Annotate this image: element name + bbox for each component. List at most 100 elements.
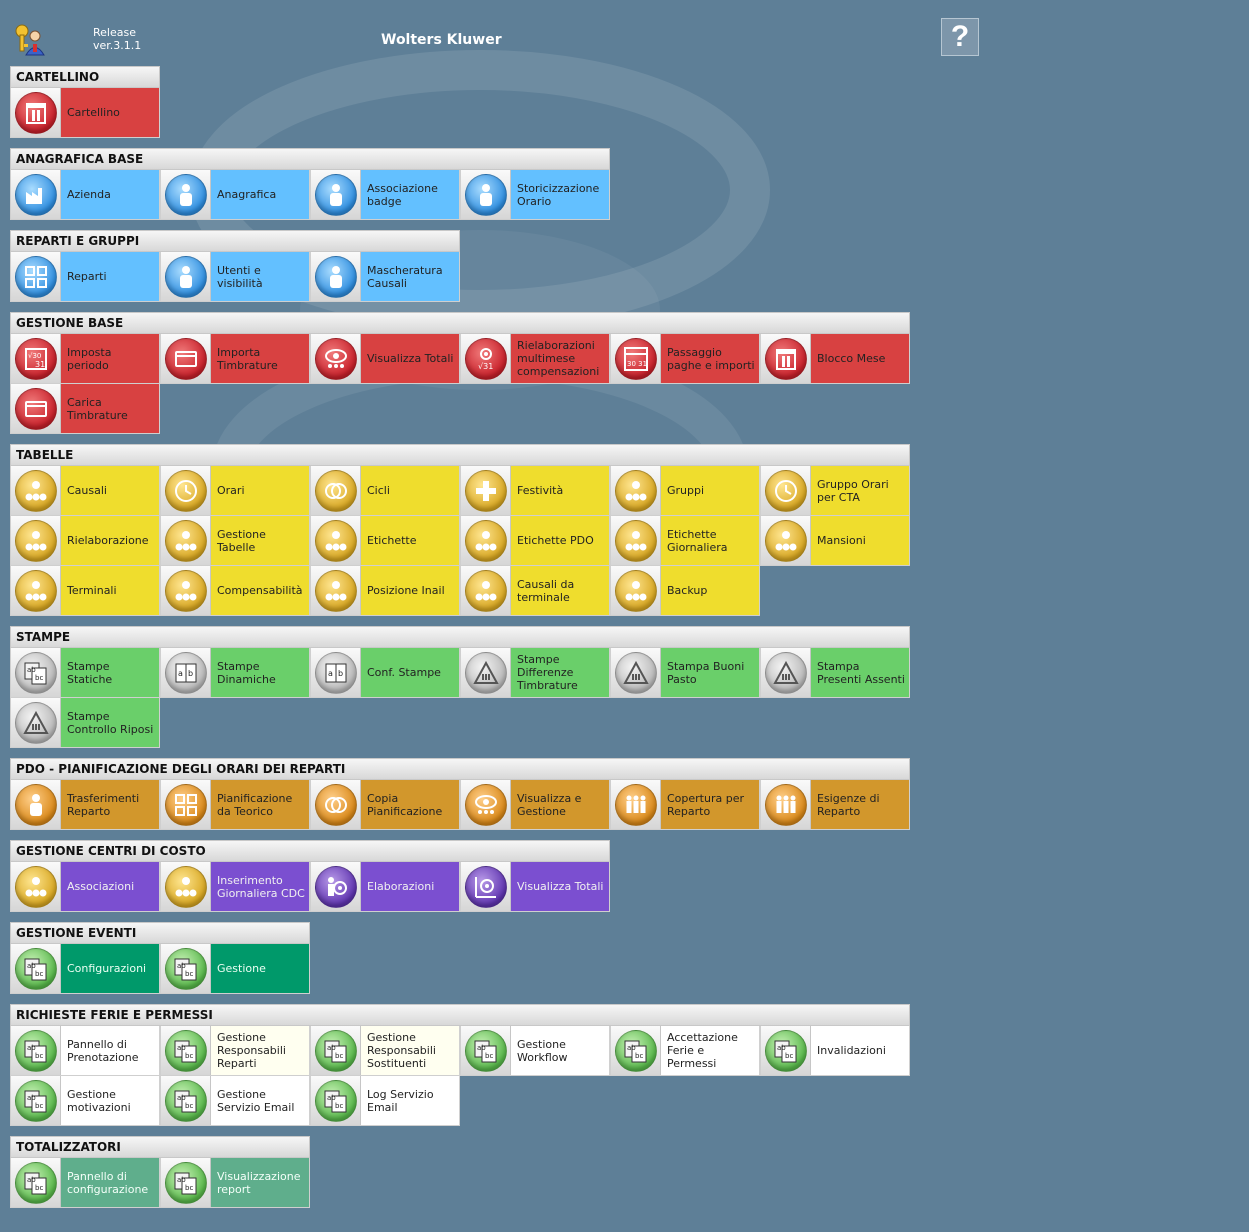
menu-tile[interactable]: Copertura per Reparto (610, 780, 760, 830)
tile-label[interactable]: Mansioni (811, 516, 909, 565)
eye-icon[interactable] (314, 337, 357, 380)
tile-icon-box[interactable]: ab bc (11, 1076, 61, 1125)
tile-icon-box[interactable] (11, 566, 61, 615)
tile-label[interactable]: Orari (211, 466, 309, 515)
menu-tile[interactable]: Terminali (10, 566, 160, 616)
menu-tile[interactable]: ab bc Accettazione Ferie e Permessi (610, 1026, 760, 1076)
group-icon[interactable] (14, 569, 57, 612)
tile-icon-box[interactable] (311, 252, 361, 301)
tile-icon-box[interactable]: ab bc (11, 1026, 61, 1075)
abc-icon[interactable]: ab bc (164, 947, 207, 990)
tile-label[interactable]: Imposta periodo (61, 334, 159, 383)
tile-icon-box[interactable] (461, 862, 511, 911)
tile-label[interactable]: Utenti e visibilità (211, 252, 309, 301)
tile-icon-box[interactable]: ab (311, 648, 361, 697)
menu-tile[interactable]: Pianificazione da Teorico (160, 780, 310, 830)
calendar-icon[interactable] (14, 91, 57, 134)
tile-label[interactable]: Invalidazioni (811, 1026, 909, 1075)
clock-icon[interactable] (764, 469, 807, 512)
tile-icon-box[interactable] (311, 334, 361, 383)
group-icon[interactable] (14, 469, 57, 512)
tile-label[interactable]: Mascheratura Causali (361, 252, 459, 301)
tile-icon-box[interactable] (761, 466, 811, 515)
person-icon[interactable] (464, 173, 507, 216)
group-icon[interactable] (464, 569, 507, 612)
tile-label[interactable]: Azienda (61, 170, 159, 219)
menu-tile[interactable]: Posizione Inail (310, 566, 460, 616)
tile-icon-box[interactable]: ab bc (11, 1158, 61, 1207)
abc-icon[interactable]: ab bc (164, 1029, 207, 1072)
tile-label[interactable]: Etichette PDO (511, 516, 609, 565)
tile-label[interactable]: Associazione badge (361, 170, 459, 219)
abc-icon[interactable]: ab bc (164, 1161, 207, 1204)
triangle-icon[interactable] (764, 651, 807, 694)
tile-icon-box[interactable] (11, 516, 61, 565)
menu-tile[interactable]: Importa Timbrature (160, 334, 310, 384)
tile-label[interactable]: Gestione Responsabili Sostituenti (361, 1026, 459, 1075)
tile-icon-box[interactable] (611, 648, 661, 697)
eye-icon[interactable] (464, 783, 507, 826)
group-icon[interactable] (464, 519, 507, 562)
factory-icon[interactable] (14, 173, 57, 216)
tile-icon-box[interactable] (311, 862, 361, 911)
menu-tile[interactable]: Elaborazioni (310, 862, 460, 912)
calendar-grid-icon[interactable]: 30 31 (614, 337, 657, 380)
tile-icon-box[interactable]: √31 (461, 334, 511, 383)
card-icon[interactable] (14, 387, 57, 430)
menu-tile[interactable]: Backup (610, 566, 760, 616)
tile-label[interactable]: Visualizza Totali (361, 334, 459, 383)
tile-icon-box[interactable] (461, 648, 511, 697)
tile-icon-box[interactable] (761, 516, 811, 565)
abc-icon[interactable]: ab bc (164, 1079, 207, 1122)
tile-icon-box[interactable]: √30 31 (11, 334, 61, 383)
gear-formula-icon[interactable]: √31 (464, 337, 507, 380)
tile-label[interactable]: Cartellino (61, 88, 159, 137)
group-icon[interactable] (14, 865, 57, 908)
tile-icon-box[interactable] (11, 698, 61, 747)
menu-tile[interactable]: Compensabilità (160, 566, 310, 616)
tile-icon-box[interactable] (11, 466, 61, 515)
tile-icon-box[interactable]: ab bc (161, 1026, 211, 1075)
tile-icon-box[interactable] (461, 466, 511, 515)
tile-label[interactable]: Copertura per Reparto (661, 780, 759, 829)
menu-tile[interactable]: Storicizzazione Orario (460, 170, 610, 220)
group-icon[interactable] (164, 519, 207, 562)
menu-tile[interactable]: Etichette PDO (460, 516, 610, 566)
menu-tile[interactable]: Orari (160, 466, 310, 516)
calendar-formula-icon[interactable]: √30 31 (14, 337, 57, 380)
menu-tile[interactable]: ab bc Stampe Statiche (10, 648, 160, 698)
tile-icon-box[interactable] (611, 566, 661, 615)
menu-tile[interactable]: ab bc Gestione motivazioni (10, 1076, 160, 1126)
menu-tile[interactable]: Visualizza e Gestione (460, 780, 610, 830)
menu-tile[interactable]: Trasferimenti Reparto (10, 780, 160, 830)
menu-tile[interactable]: Associazioni (10, 862, 160, 912)
gear-chart-icon[interactable] (464, 865, 507, 908)
menu-tile[interactable]: ab bc Configurazioni (10, 944, 160, 994)
people-icon[interactable] (614, 783, 657, 826)
tile-icon-box[interactable] (11, 252, 61, 301)
menu-tile[interactable]: ab bc Gestione Responsabili Reparti (160, 1026, 310, 1076)
cross-icon[interactable] (464, 469, 507, 512)
tile-icon-box[interactable] (461, 170, 511, 219)
tile-icon-box[interactable] (161, 334, 211, 383)
group-icon[interactable] (614, 469, 657, 512)
menu-tile[interactable]: Gruppo Orari per CTA (760, 466, 910, 516)
person-icon[interactable] (314, 255, 357, 298)
menu-tile[interactable]: Gruppi (610, 466, 760, 516)
triangle-icon[interactable] (614, 651, 657, 694)
card-icon[interactable] (164, 337, 207, 380)
tile-icon-box[interactable]: ab bc (11, 648, 61, 697)
tile-icon-box[interactable] (311, 466, 361, 515)
group-icon[interactable] (314, 569, 357, 612)
menu-tile[interactable]: ab bc Gestione Workflow (460, 1026, 610, 1076)
tile-icon-box[interactable]: ab (161, 648, 211, 697)
menu-tile[interactable]: Anagrafica (160, 170, 310, 220)
tile-label[interactable]: Importa Timbrature (211, 334, 309, 383)
menu-tile[interactable]: Etichette (310, 516, 460, 566)
tile-label[interactable]: Stampe Differenze Timbrature (511, 648, 609, 697)
gear-person-icon[interactable] (314, 865, 357, 908)
tile-label[interactable]: Stampe Controllo Riposi (61, 698, 159, 747)
tile-label[interactable]: Esigenze di Reparto (811, 780, 909, 829)
tile-label[interactable]: Visualizza Totali (511, 862, 609, 911)
menu-tile[interactable]: ab bc Visualizzazione report (160, 1158, 310, 1208)
